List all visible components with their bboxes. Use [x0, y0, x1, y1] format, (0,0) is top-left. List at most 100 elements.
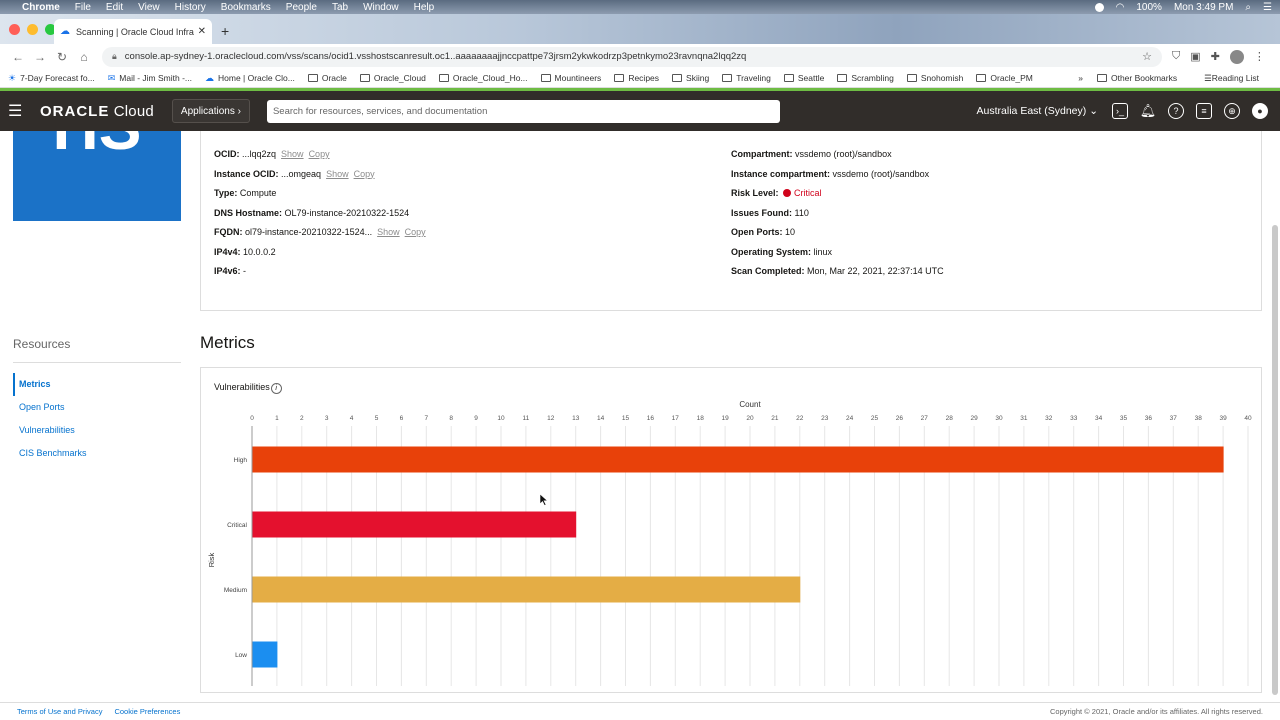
- y-tick-label: Critical: [227, 522, 247, 529]
- cloud-favicon-icon: ☁: [60, 26, 70, 37]
- bookmark-label: Oracle_Cloud: [373, 73, 426, 83]
- extension-shield-icon[interactable]: ⛉: [1172, 50, 1180, 63]
- detail-value: 10: [785, 227, 796, 237]
- bookmark-folder[interactable]: Traveling: [722, 73, 771, 83]
- details-right-column: Compartment: vssdemo (root)/sandbox Inst…: [731, 149, 944, 286]
- resources-item-vulnerabilities[interactable]: Vulnerabilities: [13, 419, 181, 442]
- chat-icon[interactable]: ≡: [1196, 103, 1212, 119]
- x-tick-label: 21: [771, 415, 779, 422]
- resources-item-open-ports[interactable]: Open Ports: [13, 396, 181, 419]
- home-icon[interactable]: ⌂: [74, 50, 94, 64]
- bookmark-folder[interactable]: Oracle_Cloud_Ho...: [438, 73, 528, 83]
- language-globe-icon[interactable]: ⊕: [1224, 103, 1240, 119]
- bookmark-folder[interactable]: Snohomish: [906, 73, 964, 83]
- bookmark-folder[interactable]: Scrambling: [837, 73, 894, 83]
- resources-item-metrics[interactable]: Metrics: [13, 373, 181, 396]
- region-selector[interactable]: Australia East (Sydney) ⌄: [977, 105, 1098, 117]
- menu-window[interactable]: Window: [363, 2, 399, 13]
- host-scan-tile: HS: [13, 131, 181, 221]
- bookmark-folder[interactable]: Mountineers: [540, 73, 601, 83]
- reading-list[interactable]: ☰ Reading List: [1204, 73, 1259, 84]
- other-bookmarks[interactable]: Other Bookmarks: [1096, 73, 1178, 84]
- cookie-preferences-link[interactable]: Cookie Preferences: [114, 707, 180, 716]
- wifi-icon[interactable]: ◠: [1116, 2, 1125, 13]
- resources-item-cis-benchmarks[interactable]: CIS Benchmarks: [13, 442, 181, 465]
- mac-menu-bar: Chrome File Edit View History Bookmarks …: [0, 0, 1280, 14]
- extension-zoom-icon[interactable]: ▣: [1190, 50, 1200, 63]
- x-tick-label: 9: [474, 415, 478, 422]
- battery-label[interactable]: 100%: [1136, 2, 1162, 13]
- x-tick-label: 30: [995, 415, 1003, 422]
- browser-tab-active[interactable]: ☁ Scanning | Oracle Cloud Infras ✕: [54, 19, 212, 44]
- menu-help[interactable]: Help: [414, 2, 435, 13]
- applications-button[interactable]: Applications ›: [171, 99, 250, 123]
- menu-history[interactable]: History: [175, 2, 206, 13]
- cloud-shell-icon[interactable]: ›_: [1112, 103, 1128, 119]
- chevron-down-icon: ⌄: [1089, 105, 1098, 117]
- x-tick-label: 7: [424, 415, 428, 422]
- copy-link[interactable]: Copy: [309, 149, 330, 159]
- bookmark-label: Other Bookmarks: [1110, 73, 1178, 83]
- control-center-icon[interactable]: ☰: [1263, 2, 1272, 13]
- help-icon[interactable]: ?: [1168, 103, 1184, 119]
- new-tab-icon[interactable]: +: [221, 23, 229, 39]
- minimize-window-icon[interactable]: [27, 24, 38, 35]
- bookmarks-overflow-icon[interactable]: »: [1078, 73, 1083, 84]
- menu-edit[interactable]: Edit: [106, 2, 123, 13]
- bookmark-label: Traveling: [736, 73, 771, 83]
- back-icon[interactable]: ←: [8, 50, 28, 64]
- detail-label: Open Ports:: [731, 227, 783, 237]
- menu-bookmarks[interactable]: Bookmarks: [221, 2, 271, 13]
- menu-people[interactable]: People: [286, 2, 317, 13]
- reload-icon[interactable]: ↻: [52, 50, 72, 64]
- user-profile-icon[interactable]: ●: [1252, 103, 1268, 119]
- metrics-heading: Metrics: [200, 333, 255, 352]
- bookmark-item[interactable]: ☀ 7-Day Forecast fo...: [8, 73, 95, 84]
- bookmark-folder[interactable]: Oracle_Cloud: [359, 73, 426, 83]
- bookmark-label: Snohomish: [920, 73, 964, 83]
- show-link[interactable]: Show: [326, 169, 349, 179]
- bookmark-folder[interactable]: Recipes: [614, 73, 659, 83]
- detail-risk-level: Risk Level: Critical: [731, 188, 944, 208]
- detail-label: Instance OCID:: [214, 168, 279, 179]
- menu-tab[interactable]: Tab: [332, 2, 348, 13]
- close-tab-icon[interactable]: ✕: [198, 26, 206, 37]
- bell-icon[interactable]: 🔔︎: [1140, 103, 1157, 119]
- bookmark-folder[interactable]: Seattle: [783, 73, 824, 83]
- folder-icon: [359, 74, 370, 82]
- browser-menu-icon[interactable]: ⋮: [1254, 50, 1265, 63]
- detail-label: Instance compartment:: [731, 168, 831, 179]
- spotlight-icon[interactable]: ⌕: [1245, 2, 1251, 13]
- lock-icon[interactable]: 🔒︎: [112, 51, 117, 62]
- bookmark-folder[interactable]: Oracle: [307, 73, 347, 83]
- copy-link[interactable]: Copy: [354, 169, 375, 179]
- tab-strip: ☁ Scanning | Oracle Cloud Infras ✕ +: [0, 14, 1280, 44]
- show-link[interactable]: Show: [281, 149, 304, 159]
- clock[interactable]: Mon 3:49 PM: [1174, 2, 1233, 13]
- record-icon[interactable]: [1094, 2, 1104, 12]
- bookmark-folder[interactable]: Oracle_PM: [976, 73, 1033, 83]
- forward-icon[interactable]: →: [30, 50, 50, 64]
- oracle-cloud-logo[interactable]: ORACLE Cloud: [40, 103, 154, 120]
- menu-file[interactable]: File: [75, 2, 91, 13]
- menu-view[interactable]: View: [138, 2, 160, 13]
- bookmark-item[interactable]: ✉ Mail - Jim Smith -...: [108, 73, 192, 84]
- close-window-icon[interactable]: [9, 24, 20, 35]
- profile-avatar[interactable]: [1229, 49, 1244, 64]
- global-search-input[interactable]: Search for resources, services, and docu…: [266, 99, 780, 123]
- terms-link[interactable]: Terms of Use and Privacy: [17, 707, 102, 716]
- extensions-puzzle-icon[interactable]: ✚: [1211, 50, 1220, 63]
- mouse-cursor-icon: [539, 493, 549, 506]
- bookmark-item[interactable]: ☁ Home | Oracle Clo...: [205, 73, 295, 84]
- bookmark-folder[interactable]: Skiing: [672, 73, 709, 83]
- show-link[interactable]: Show: [377, 227, 400, 237]
- address-bar[interactable]: 🔒︎ console.ap-sydney-1.oraclecloud.com/v…: [102, 46, 1162, 67]
- logo-product: Cloud: [113, 102, 154, 120]
- x-tick-label: 32: [1045, 415, 1053, 422]
- bookmark-star-icon[interactable]: ☆: [1142, 50, 1152, 63]
- page-scrollbar[interactable]: [1272, 225, 1278, 695]
- hamburger-menu-icon[interactable]: ☰: [8, 101, 38, 121]
- url-text[interactable]: console.ap-sydney-1.oraclecloud.com/vss/…: [125, 51, 1142, 62]
- copy-link[interactable]: Copy: [405, 227, 426, 237]
- menu-app-chrome[interactable]: Chrome: [22, 2, 60, 13]
